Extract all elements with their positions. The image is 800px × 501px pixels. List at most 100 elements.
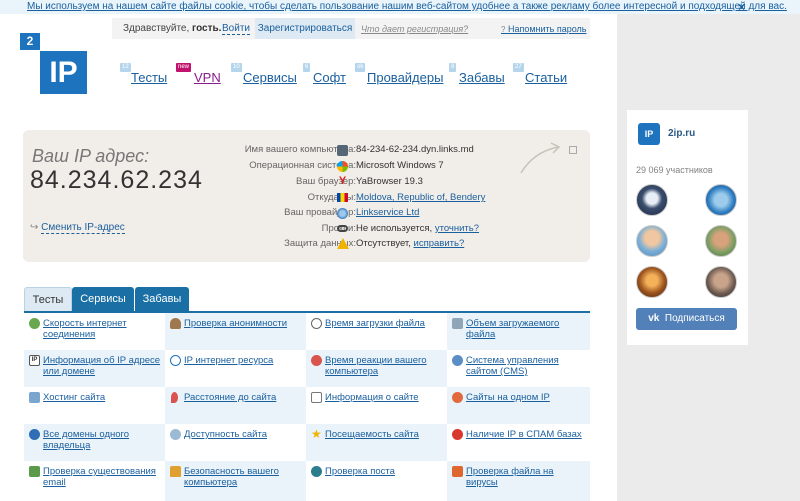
link-email-check[interactable]: Проверка существования email	[43, 466, 161, 488]
greeting-name: гость.	[192, 23, 222, 34]
registration-benefits-link[interactable]: Что дает регистрация?	[361, 24, 468, 34]
info-label: Операционная система:	[249, 160, 356, 171]
ip-address-title: Ваш IP адрес:	[32, 146, 150, 166]
nav-articles[interactable]: Статьи	[525, 70, 567, 85]
link-site-hosting[interactable]: Хостинг сайта	[43, 392, 161, 403]
virus-check-icon	[452, 466, 463, 477]
link-distance-to-site[interactable]: Расстояние до сайта	[184, 392, 302, 403]
vk-member-avatar[interactable]	[636, 184, 668, 216]
vk-members-count[interactable]: 29 069 участников	[636, 165, 713, 175]
vk-group-name[interactable]: 2ip.ru	[668, 128, 695, 139]
vk-subscribe-button[interactable]: vk Подписаться	[636, 308, 737, 330]
nav-services[interactable]: Сервисы	[243, 70, 297, 85]
tab-fun[interactable]: Забавы	[135, 287, 189, 311]
vk-member-avatar[interactable]	[636, 225, 668, 257]
site-info-icon	[311, 392, 322, 403]
link-site-availability[interactable]: Доступность сайта	[184, 429, 302, 440]
link-file-load-time[interactable]: Время загрузки файла	[325, 318, 443, 329]
ip-address-value: 84.234.62.234	[30, 166, 203, 194]
ip-info-icon: IP	[29, 355, 40, 366]
info-value: Отсутствует, исправить?	[356, 238, 464, 249]
link-cms[interactable]: Система управления сайтом (CMS)	[466, 355, 584, 377]
cookie-banner-text[interactable]: Мы используем на нашем сайте файлы cooki…	[27, 1, 787, 12]
info-value: 84-234-62-234.dyn.links.md	[356, 144, 474, 155]
link-port-check[interactable]: Проверка поста	[325, 466, 443, 477]
tab-services[interactable]: Сервисы	[72, 287, 134, 311]
nav-badge: 8	[449, 63, 457, 72]
site-logo[interactable]: IP	[40, 51, 87, 94]
info-value[interactable]: Moldova, Republic of, Bendery	[356, 192, 485, 203]
speed-icon	[29, 318, 40, 329]
lock-icon	[170, 466, 181, 477]
nav-badge: 27	[513, 63, 524, 72]
provider-icon	[337, 208, 348, 219]
file-size-icon	[452, 318, 463, 329]
link-internet-speed[interactable]: Скорость интернет соединения	[43, 318, 161, 340]
link-ip-info[interactable]: Информация об IP адресе или домене	[43, 355, 161, 377]
vk-group-logo[interactable]: IP	[638, 123, 660, 145]
fix-protection-link[interactable]: исправить?	[414, 238, 465, 249]
nav-badge-new: new	[176, 63, 192, 72]
link-site-info[interactable]: Информация о сайте	[325, 392, 443, 403]
link-ip-resource[interactable]: IP интернет ресурса	[184, 355, 302, 366]
port-icon	[311, 466, 322, 477]
computer-icon	[337, 145, 348, 156]
nav-tests[interactable]: Тесты	[131, 70, 167, 85]
nav-badge: 12	[120, 63, 131, 72]
vk-member-avatar[interactable]	[705, 225, 737, 257]
nav-providers[interactable]: Провайдеры	[367, 70, 443, 85]
info-value[interactable]: Linkservice Ltd	[356, 207, 419, 218]
warning-icon	[337, 238, 349, 249]
link-upload-file-size[interactable]: Объем загружаемого файла	[466, 318, 584, 340]
link-virus-check[interactable]: Проверка файла на вирусы	[466, 466, 584, 488]
login-link[interactable]: Войти	[222, 23, 250, 35]
info-label: Ваш провайдер:	[284, 207, 356, 218]
shared-ip-icon	[452, 392, 463, 403]
nav-fun[interactable]: Забавы	[459, 70, 505, 85]
link-site-traffic[interactable]: Посещаемость сайта	[325, 429, 443, 440]
logo-badge[interactable]: 2	[20, 33, 40, 50]
vk-member-avatar[interactable]	[636, 266, 668, 298]
info-label: Прокси:	[321, 223, 356, 234]
vk-member-avatar[interactable]	[705, 184, 737, 216]
info-label: Откуда вы:	[307, 192, 356, 203]
link-spam-check[interactable]: Наличие IP в СПАМ базах	[466, 429, 584, 440]
domains-icon	[29, 429, 40, 440]
vk-icon: vk	[648, 313, 660, 324]
spam-icon	[452, 429, 463, 440]
provider-link[interactable]: Linkservice Ltd	[356, 207, 419, 218]
expand-icon[interactable]	[569, 146, 577, 154]
remind-password-label: Напомнить пароль	[507, 24, 587, 34]
cookie-close-button[interactable]: ×	[738, 0, 745, 14]
ip-resource-icon	[170, 355, 181, 366]
data-protection-status: Отсутствует,	[356, 238, 414, 249]
vk-member-avatar[interactable]	[705, 266, 737, 298]
email-icon	[29, 466, 40, 477]
info-label: Имя вашего компьютера:	[244, 144, 356, 155]
tab-tests[interactable]: Тесты	[24, 287, 72, 311]
yandex-browser-icon: Y	[338, 175, 347, 187]
link-anonymity-check[interactable]: Проверка анонимности	[184, 318, 302, 329]
reaction-time-icon	[311, 355, 322, 366]
link-computer-security[interactable]: Безопасность вашего компьютера	[184, 466, 302, 488]
help-question-icon: ?	[501, 25, 506, 34]
location-link[interactable]: Moldova, Republic of, Bendery	[356, 192, 485, 203]
decorative-arrow-icon	[520, 142, 561, 174]
nav-software[interactable]: Софт	[313, 70, 346, 85]
anonymity-icon	[170, 318, 181, 329]
proxy-check-link[interactable]: уточнить?	[435, 223, 479, 234]
link-reaction-time[interactable]: Время реакции вашего компьютера	[325, 355, 443, 377]
moldova-flag-icon	[337, 193, 348, 202]
location-pin-icon	[171, 392, 178, 403]
change-ip-arrow-icon: ↪	[30, 222, 39, 233]
greeting-prefix: Здравствуйте,	[123, 23, 193, 34]
link-sites-on-ip[interactable]: Сайты на одном IP	[466, 392, 584, 403]
nav-vpn[interactable]: VPN	[194, 70, 221, 85]
clock-icon	[311, 318, 322, 329]
change-ip-link[interactable]: ↪ Сменить IP-адрес	[30, 222, 125, 234]
register-button[interactable]: Зарегистрироваться	[255, 18, 355, 39]
remind-password-link[interactable]: ? Напомнить пароль	[501, 24, 586, 34]
greeting: Здравствуйте, гость.	[123, 23, 221, 34]
change-ip-label: Сменить IP-адрес	[41, 222, 125, 234]
link-owner-domains[interactable]: Все домены одного владельца	[43, 429, 161, 451]
